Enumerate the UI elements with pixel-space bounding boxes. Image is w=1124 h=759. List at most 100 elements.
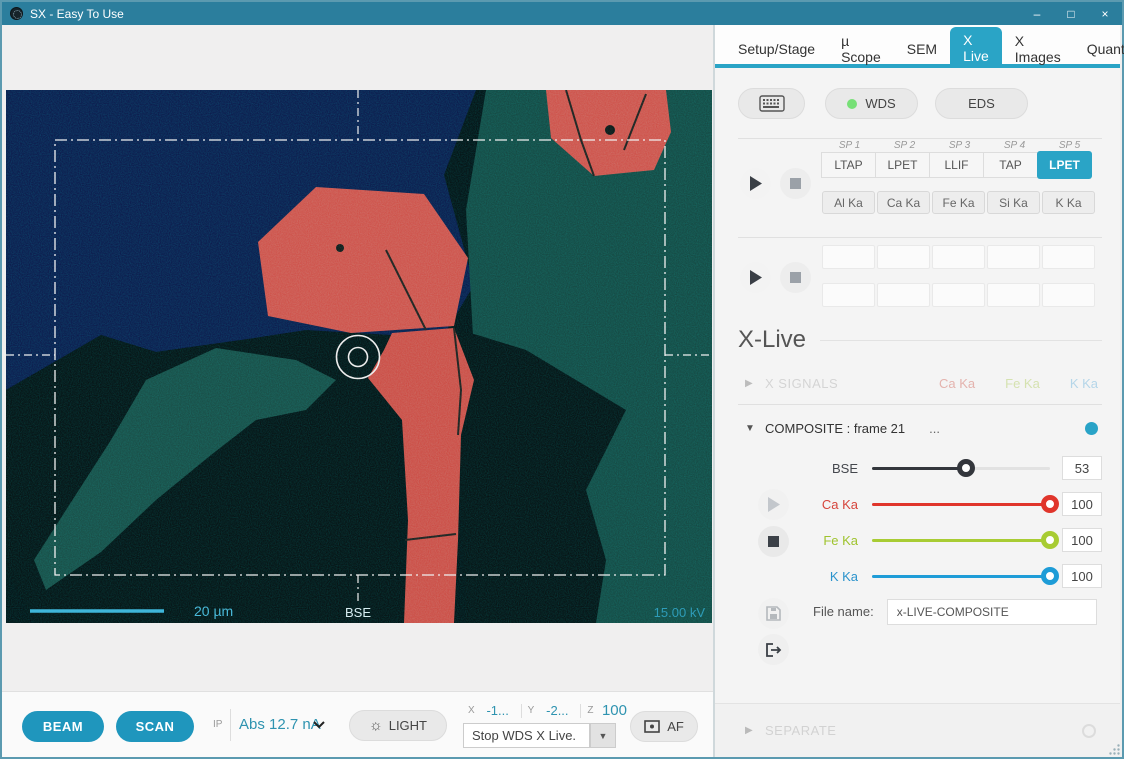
collapse-arrow-icon[interactable]: ▼ — [745, 423, 757, 434]
queue-cell[interactable] — [1042, 283, 1095, 307]
queue-cell[interactable] — [987, 245, 1040, 269]
close-button[interactable]: × — [1088, 2, 1122, 25]
tab-quanti[interactable]: Quanti — [1074, 29, 1124, 68]
wds-status-dot — [847, 99, 857, 109]
x-live-section: X-Live — [738, 326, 1102, 354]
queue-cell[interactable] — [877, 245, 930, 269]
light-button[interactable]: ☼ LIGHT — [349, 710, 447, 741]
beam-button[interactable]: BEAM — [22, 711, 104, 742]
element-si-ka[interactable]: Si Ka — [987, 191, 1040, 214]
queue-cell[interactable] — [822, 283, 875, 307]
crystal-sp4[interactable]: TAP — [983, 152, 1038, 178]
x-live-panel: WDS EDS SP 1 SP 2 SP 3 — [715, 68, 1120, 703]
z-coord-label: Z — [587, 705, 593, 716]
tab-setup-stage[interactable]: Setup/Stage — [725, 29, 828, 68]
element-al-ka[interactable]: Al Ka — [822, 191, 875, 214]
maximize-button[interactable]: □ — [1054, 2, 1088, 25]
titlebar: SX - Easy To Use – □ × — [2, 2, 1122, 25]
separate-section[interactable]: ▶ SEPARATE — [715, 703, 1120, 757]
periodic-table-button[interactable] — [738, 88, 805, 119]
slider-thumb[interactable] — [957, 459, 975, 477]
composite-label: COMPOSITE : frame 21 — [765, 421, 905, 436]
expand-arrow-icon[interactable]: ▶ — [745, 378, 757, 389]
element-k-ka[interactable]: K Ka — [1042, 191, 1095, 214]
slider-track[interactable] — [872, 575, 1050, 578]
queue-play-button[interactable] — [740, 262, 771, 293]
slider-thumb[interactable] — [1041, 495, 1059, 513]
resize-grip[interactable] — [1108, 743, 1121, 756]
chevron-down-icon[interactable] — [313, 721, 325, 729]
app-window: SX - Easy To Use – □ × — [0, 0, 1124, 759]
file-name-label: File name: — [813, 604, 874, 619]
window-title: SX - Easy To Use — [30, 7, 124, 21]
main-tabs: Setup/Stage µ Scope SEM X Live X Images … — [715, 25, 1120, 68]
play-icon — [749, 270, 762, 285]
slider-thumb[interactable] — [1041, 531, 1059, 549]
y-coord-label: Y — [528, 705, 535, 716]
k-value[interactable]: 100 — [1062, 564, 1102, 588]
live-composite-image[interactable]: 20 µm BSE 15.00 kV — [6, 90, 712, 623]
tab-x-images[interactable]: X Images — [1002, 29, 1074, 68]
bse-slider[interactable] — [872, 459, 1050, 477]
separate-status-dot — [1082, 724, 1096, 738]
file-name-row: File name: — [715, 598, 1120, 625]
queue-cell[interactable] — [932, 245, 985, 269]
wds-stop-button[interactable] — [780, 168, 811, 199]
bse-value[interactable]: 53 — [1062, 456, 1102, 480]
tab-microscope[interactable]: µ Scope — [828, 29, 894, 68]
file-name-input[interactable] — [887, 599, 1097, 625]
queue-cell[interactable] — [877, 283, 930, 307]
slider-track[interactable] — [872, 503, 1050, 506]
y-coord-value[interactable]: -2... — [540, 703, 574, 718]
ca-slider[interactable] — [872, 495, 1050, 513]
queue-cell[interactable] — [1042, 245, 1095, 269]
eds-mode-button[interactable]: EDS — [935, 88, 1028, 119]
element-fe-ka[interactable]: Fe Ka — [932, 191, 985, 214]
separate-label: SEPARATE — [765, 723, 836, 738]
wds-play-button[interactable] — [740, 168, 771, 199]
x-signals-section[interactable]: ▶ X SIGNALS Ca Ka Fe Ka K Ka — [715, 372, 1120, 394]
wds-mode-button[interactable]: WDS — [825, 88, 918, 119]
crystal-sp3[interactable]: LLIF — [929, 152, 984, 178]
tab-x-live[interactable]: X Live — [950, 27, 1002, 68]
composite-section-header[interactable]: ▼ COMPOSITE : frame 21 ... — [715, 417, 1120, 439]
bse-slider-label: BSE — [803, 461, 858, 476]
export-button[interactable] — [758, 634, 789, 665]
x-signals-label: X SIGNALS — [765, 376, 838, 391]
app-icon — [10, 7, 23, 20]
scan-button[interactable]: SCAN — [116, 711, 194, 742]
queue-row-2 — [822, 283, 1095, 307]
fe-value[interactable]: 100 — [1062, 528, 1102, 552]
queue-cell[interactable] — [932, 283, 985, 307]
divider — [738, 237, 1102, 238]
crystal-sp2[interactable]: LPET — [875, 152, 930, 178]
ca-value[interactable]: 100 — [1062, 492, 1102, 516]
beam-current-value[interactable]: Abs 12.7 nA — [239, 716, 321, 733]
x-live-heading: X-Live — [738, 326, 806, 354]
play-icon — [749, 176, 762, 191]
wds-status-select[interactable]: Stop WDS X Live. — [463, 723, 590, 748]
crystal-sp5[interactable]: LPET — [1037, 151, 1092, 179]
expand-arrow-icon[interactable]: ▶ — [745, 725, 757, 736]
queue-cell[interactable] — [987, 283, 1040, 307]
k-slider[interactable] — [872, 567, 1050, 585]
stop-icon — [790, 178, 801, 189]
minimize-button[interactable]: – — [1020, 2, 1054, 25]
signal-fe-ka: Fe Ka — [1005, 376, 1040, 391]
element-ca-ka[interactable]: Ca Ka — [877, 191, 930, 214]
tab-sem[interactable]: SEM — [894, 29, 950, 68]
ip-label: IP — [213, 719, 222, 730]
queue-stop-button[interactable] — [780, 262, 811, 293]
status-dropdown-button[interactable]: ▼ — [590, 723, 616, 748]
slider-thumb[interactable] — [1041, 567, 1059, 585]
slider-track[interactable] — [872, 539, 1050, 542]
queue-cell[interactable] — [822, 245, 875, 269]
eds-label: EDS — [968, 96, 995, 111]
fe-slider[interactable] — [872, 531, 1050, 549]
export-icon — [766, 643, 782, 657]
autofocus-button[interactable]: AF — [630, 711, 698, 742]
crystal-sp1[interactable]: LTAP — [821, 152, 876, 178]
x-coord-value[interactable]: -1... — [481, 703, 515, 718]
z-coord-value[interactable]: 100 — [599, 702, 629, 719]
composite-more-button[interactable]: ... — [929, 421, 940, 436]
